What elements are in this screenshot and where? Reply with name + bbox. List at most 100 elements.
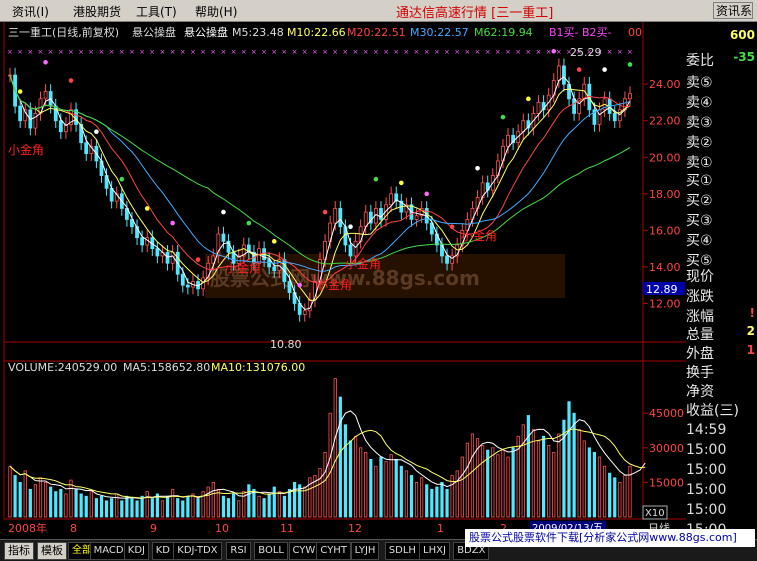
volume-bar <box>582 440 586 518</box>
volume-bar <box>64 493 68 518</box>
volume-bar <box>343 424 348 518</box>
top-signal-mark: × <box>210 48 216 56</box>
top-signal-mark: × <box>7 48 13 56</box>
volume-bar <box>33 484 38 518</box>
candle-body <box>287 281 292 293</box>
volume-bar <box>140 495 144 518</box>
volume-bar <box>577 428 581 518</box>
ad-banner[interactable]: 股票公式股票软件下载[分析家公式网www.88gs.com] <box>465 529 755 547</box>
volume-bar <box>460 456 464 518</box>
tab-kd[interactable]: KD <box>151 542 174 560</box>
kline-chart[interactable]: 三一重工(日线,前复权) 悬公操盘 悬公操盘 M5:23.48 M10:22.6… <box>0 22 757 539</box>
tab-kdj-tdx[interactable]: KDJ-TDX <box>173 542 222 560</box>
candle-body <box>628 93 632 100</box>
volume-bar <box>59 488 63 518</box>
price-tick-label: 22.00 <box>649 115 681 128</box>
volume-bar <box>252 488 256 518</box>
price-change: 涨跌 <box>686 289 714 305</box>
candle-body <box>414 215 419 220</box>
tab-template[interactable]: 模板 <box>37 542 67 560</box>
menu-hk-futures[interactable]: 港股期货 <box>73 3 121 20</box>
top-signal-mark: × <box>78 48 84 56</box>
top-signal-mark: × <box>190 48 196 56</box>
top-signal-mark: × <box>454 48 460 56</box>
volume-bar <box>130 498 134 518</box>
tab-indicator[interactable]: 指标 <box>4 542 34 560</box>
top-signal-mark: × <box>373 48 379 56</box>
volume-bar <box>526 415 530 518</box>
volume-bar <box>552 452 556 518</box>
ma5-label: M5:23.48 <box>232 26 284 39</box>
volume-bar <box>486 449 490 518</box>
volume-bar <box>221 495 226 518</box>
top-signal-mark: × <box>393 48 399 56</box>
top-signal-mark: × <box>403 48 409 56</box>
candle-body <box>302 310 307 315</box>
candle-body <box>612 113 617 122</box>
jin-jiao-label-4: 小金角 <box>316 277 352 292</box>
tab-cyht[interactable]: CYHT <box>316 542 351 560</box>
tab-lhxj[interactable]: LHXJ <box>419 542 450 560</box>
signal-dot <box>170 220 175 226</box>
tab-macd[interactable]: MACD <box>89 542 128 560</box>
tab-lyjh[interactable]: LYJH <box>350 542 380 560</box>
signal-dot <box>348 224 353 230</box>
candle-body <box>272 266 277 271</box>
ma30-label: M30:22.57 <box>410 26 469 39</box>
volume-bar <box>43 482 48 518</box>
scale-box[interactable]: X10 <box>645 508 665 519</box>
tick-time: 15:00 <box>686 462 727 478</box>
top-signal-mark: × <box>170 48 176 56</box>
top-signal-mark: × <box>536 48 542 56</box>
signal-dot <box>602 67 607 72</box>
volume-bar <box>318 468 322 518</box>
volume-bar <box>13 475 17 518</box>
tab-rsi[interactable]: RSI <box>226 542 251 560</box>
volume-bar <box>435 486 439 518</box>
top-signal-mark: × <box>98 48 104 56</box>
tab-boll[interactable]: BOLL <box>254 542 288 560</box>
volume-bar <box>562 419 566 518</box>
tab-cyw[interactable]: CYW <box>288 542 320 560</box>
top-signal-mark: × <box>302 48 308 56</box>
top-signal-mark: × <box>495 48 501 56</box>
volume-bar <box>176 498 180 518</box>
info-button[interactable]: 资讯系 <box>713 2 753 19</box>
signal-dot <box>68 78 74 83</box>
menu-tools[interactable]: 工具(T) <box>136 3 177 20</box>
volume-bar <box>181 500 185 518</box>
candle-body <box>379 208 383 220</box>
indicator-name: 悬公操盘 <box>132 25 176 39</box>
top-signal-mark: × <box>292 48 298 56</box>
top-signal-mark: × <box>464 48 470 56</box>
volume-bar <box>135 500 139 518</box>
top-signal-mark: × <box>37 48 43 56</box>
chart-area[interactable]: 三一重工(日线,前复权) 悬公操盘 悬公操盘 M5:23.48 M10:22.6… <box>0 22 757 558</box>
tab-sdlh[interactable]: SDLH <box>384 542 420 560</box>
volume-bar <box>120 500 124 518</box>
volume-bar <box>79 493 83 518</box>
volume-bar <box>465 442 469 518</box>
volume-bar <box>531 428 536 518</box>
svg-text:10: 10 <box>215 522 229 535</box>
ma10-label: M10:22.66 <box>287 26 346 39</box>
total-volume: 总量 2 <box>686 324 755 343</box>
volume-bar <box>542 435 546 518</box>
top-signal-mark: × <box>353 48 359 56</box>
volume-bar <box>379 456 383 518</box>
volume-bar <box>232 493 236 518</box>
signal-dot <box>221 209 226 215</box>
top-signal-mark: × <box>556 48 562 56</box>
candle-body <box>338 208 343 228</box>
menu-info[interactable]: 资讯(I) <box>12 3 49 20</box>
tab-kdj[interactable]: KDJ <box>123 542 150 560</box>
candle-body <box>506 134 510 147</box>
volume-bar <box>145 491 149 518</box>
price-tick-label: 24.00 <box>649 78 681 91</box>
top-signal-mark: × <box>434 48 440 56</box>
svg-text:11: 11 <box>280 522 294 535</box>
volume-bar <box>587 447 591 518</box>
menu-help[interactable]: 帮助(H) <box>195 3 237 20</box>
volume-bar <box>547 445 551 518</box>
candle-body <box>180 273 185 286</box>
